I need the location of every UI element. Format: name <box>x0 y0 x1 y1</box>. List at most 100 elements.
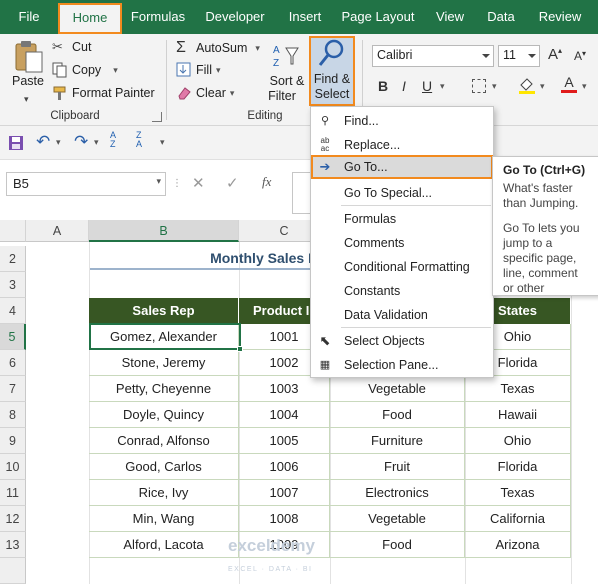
tab-review[interactable]: Review <box>532 0 588 34</box>
fill-color-icon[interactable] <box>518 76 536 94</box>
menu-item-conditional-formatting[interactable]: Conditional Formatting <box>311 255 493 279</box>
cell-state[interactable]: Ohio <box>465 428 571 454</box>
row-header-3[interactable]: 3 <box>0 272 26 298</box>
menu-item-comments[interactable]: Comments <box>311 231 493 255</box>
tab-developer[interactable]: Developer <box>198 0 272 34</box>
redo-icon[interactable]: ↷ <box>74 132 88 152</box>
cell-state[interactable]: Arizona <box>465 532 571 558</box>
chevron-down-icon[interactable]: ▾ <box>492 81 497 92</box>
autosum-button[interactable]: Σ AutoSum ▾ <box>176 39 260 57</box>
cell-product-id[interactable]: 1008 <box>239 506 330 532</box>
chevron-down-icon[interactable]: ▾ <box>56 137 61 148</box>
cell-state[interactable]: Florida <box>465 454 571 480</box>
cell-state[interactable]: Texas <box>465 376 571 402</box>
clear-button[interactable]: Clear ▾ <box>176 85 234 101</box>
sort-descending-icon[interactable]: ZA <box>136 131 142 149</box>
menu-item-constants[interactable]: Constants <box>311 279 493 303</box>
row-header-8[interactable]: 8 <box>0 402 26 428</box>
cell-category[interactable]: Furniture <box>330 428 465 454</box>
chevron-down-icon[interactable]: ▾ <box>94 137 99 148</box>
formula-bar-splitter-icon[interactable]: ⋮ <box>172 178 182 189</box>
cell-sales-rep[interactable]: Conrad, Alfonso <box>89 428 239 454</box>
cell-sales-rep[interactable]: Good, Carlos <box>89 454 239 480</box>
tab-home[interactable]: Home <box>58 3 122 34</box>
menu-item-replace[interactable]: ab ac Replace... <box>311 133 493 157</box>
cancel-icon[interactable]: ✕ <box>192 174 205 192</box>
increase-font-icon[interactable]: A▴ <box>548 46 562 63</box>
menu-item-select-objects[interactable]: ⬉ Select Objects <box>311 329 493 353</box>
borders-icon[interactable] <box>472 79 486 93</box>
column-header-a[interactable]: A <box>26 220 89 242</box>
cell-sales-rep[interactable]: Min, Wang <box>89 506 239 532</box>
cell-product-id[interactable]: 1004 <box>239 402 330 428</box>
cell-product-id[interactable]: 1003 <box>239 376 330 402</box>
customize-qat-icon[interactable]: ▾ <box>160 137 165 148</box>
insert-function-icon[interactable]: fx <box>262 174 271 190</box>
enter-icon[interactable]: ✓ <box>226 174 239 192</box>
undo-icon[interactable]: ↶ <box>36 132 50 152</box>
row-header-14[interactable] <box>0 558 26 584</box>
row-header-10[interactable]: 10 <box>0 454 26 480</box>
chevron-down-icon[interactable]: ▾ <box>540 81 545 92</box>
cell-sales-rep[interactable]: Alford, Lacota <box>89 532 239 558</box>
clipboard-launcher-icon[interactable] <box>152 112 162 122</box>
paste-button[interactable]: Paste ▾ <box>8 40 48 104</box>
fill-button[interactable]: Fill ▾ <box>176 62 221 78</box>
menu-item-data-validation[interactable]: Data Validation <box>311 303 493 327</box>
cell-category[interactable]: Electronics <box>330 480 465 506</box>
menu-item-go-to-special[interactable]: Go To Special... <box>311 181 493 205</box>
chevron-down-icon[interactable]: ▾ <box>440 81 445 92</box>
cell-sales-rep[interactable]: Petty, Cheyenne <box>89 376 239 402</box>
cell-state[interactable]: Hawaii <box>465 402 571 428</box>
cell-state[interactable]: California <box>465 506 571 532</box>
row-header-7[interactable]: 7 <box>0 376 26 402</box>
column-header-b[interactable]: B <box>89 220 239 242</box>
font-name-select[interactable]: Calibri <box>372 45 494 67</box>
menu-item-formulas[interactable]: Formulas <box>311 207 493 231</box>
row-header-5[interactable]: 5 <box>0 324 26 350</box>
chevron-down-icon[interactable]: ▾ <box>582 81 587 92</box>
cell-sales-rep[interactable]: Stone, Jeremy <box>89 350 239 376</box>
copy-button[interactable]: Copy ▾ <box>52 62 118 78</box>
cell-sales-rep[interactable]: Rice, Ivy <box>89 480 239 506</box>
menu-item-go-to[interactable]: ➔ Go To... <box>311 155 493 179</box>
cell-category[interactable]: Vegetable <box>330 376 465 402</box>
row-header-12[interactable]: 12 <box>0 506 26 532</box>
tab-formulas[interactable]: Formulas <box>124 0 192 34</box>
menu-item-selection-pane[interactable]: ▦ Selection Pane... <box>311 353 493 377</box>
cut-button[interactable]: ✂ Cut <box>52 39 91 55</box>
tab-page-layout[interactable]: Page Layout <box>338 0 418 34</box>
cell-product-id[interactable]: 1006 <box>239 454 330 480</box>
save-icon[interactable] <box>8 135 24 151</box>
tab-insert[interactable]: Insert <box>280 0 330 34</box>
font-color-icon[interactable]: A <box>560 74 578 94</box>
name-box[interactable]: B5 ▾ <box>6 172 166 196</box>
fill-handle[interactable] <box>237 346 243 352</box>
cell-category[interactable]: Fruit <box>330 454 465 480</box>
format-painter-button[interactable]: Format Painter <box>52 85 155 101</box>
cell-product-id[interactable]: 1007 <box>239 480 330 506</box>
sort-filter-button[interactable]: A Z Sort & Filter <box>268 40 308 106</box>
cell-sales-rep[interactable]: Doyle, Quincy <box>89 402 239 428</box>
select-all-corner[interactable] <box>0 220 26 242</box>
bold-icon[interactable]: B <box>378 78 388 94</box>
tab-file[interactable]: File <box>6 0 52 34</box>
cell-category[interactable]: Vegetable <box>330 506 465 532</box>
cell-product-id[interactable]: 1005 <box>239 428 330 454</box>
cell-state[interactable]: Texas <box>465 480 571 506</box>
tab-view[interactable]: View <box>428 0 472 34</box>
row-header-9[interactable]: 9 <box>0 428 26 454</box>
find-select-button[interactable]: Find & Select <box>309 36 355 106</box>
tab-data[interactable]: Data <box>480 0 522 34</box>
underline-icon[interactable]: U <box>422 78 432 94</box>
decrease-font-icon[interactable]: A▾ <box>574 49 586 63</box>
row-header-11[interactable]: 11 <box>0 480 26 506</box>
menu-item-find[interactable]: ⚲ Find... <box>311 109 493 133</box>
row-header-2[interactable]: 2 <box>0 246 26 272</box>
font-size-select[interactable]: 11 <box>498 45 540 67</box>
italic-icon[interactable]: I <box>402 78 406 94</box>
row-header-4[interactable]: 4 <box>0 298 26 324</box>
sort-ascending-icon[interactable]: AZ <box>110 131 116 149</box>
row-header-13[interactable]: 13 <box>0 532 26 558</box>
row-header-6[interactable]: 6 <box>0 350 26 376</box>
